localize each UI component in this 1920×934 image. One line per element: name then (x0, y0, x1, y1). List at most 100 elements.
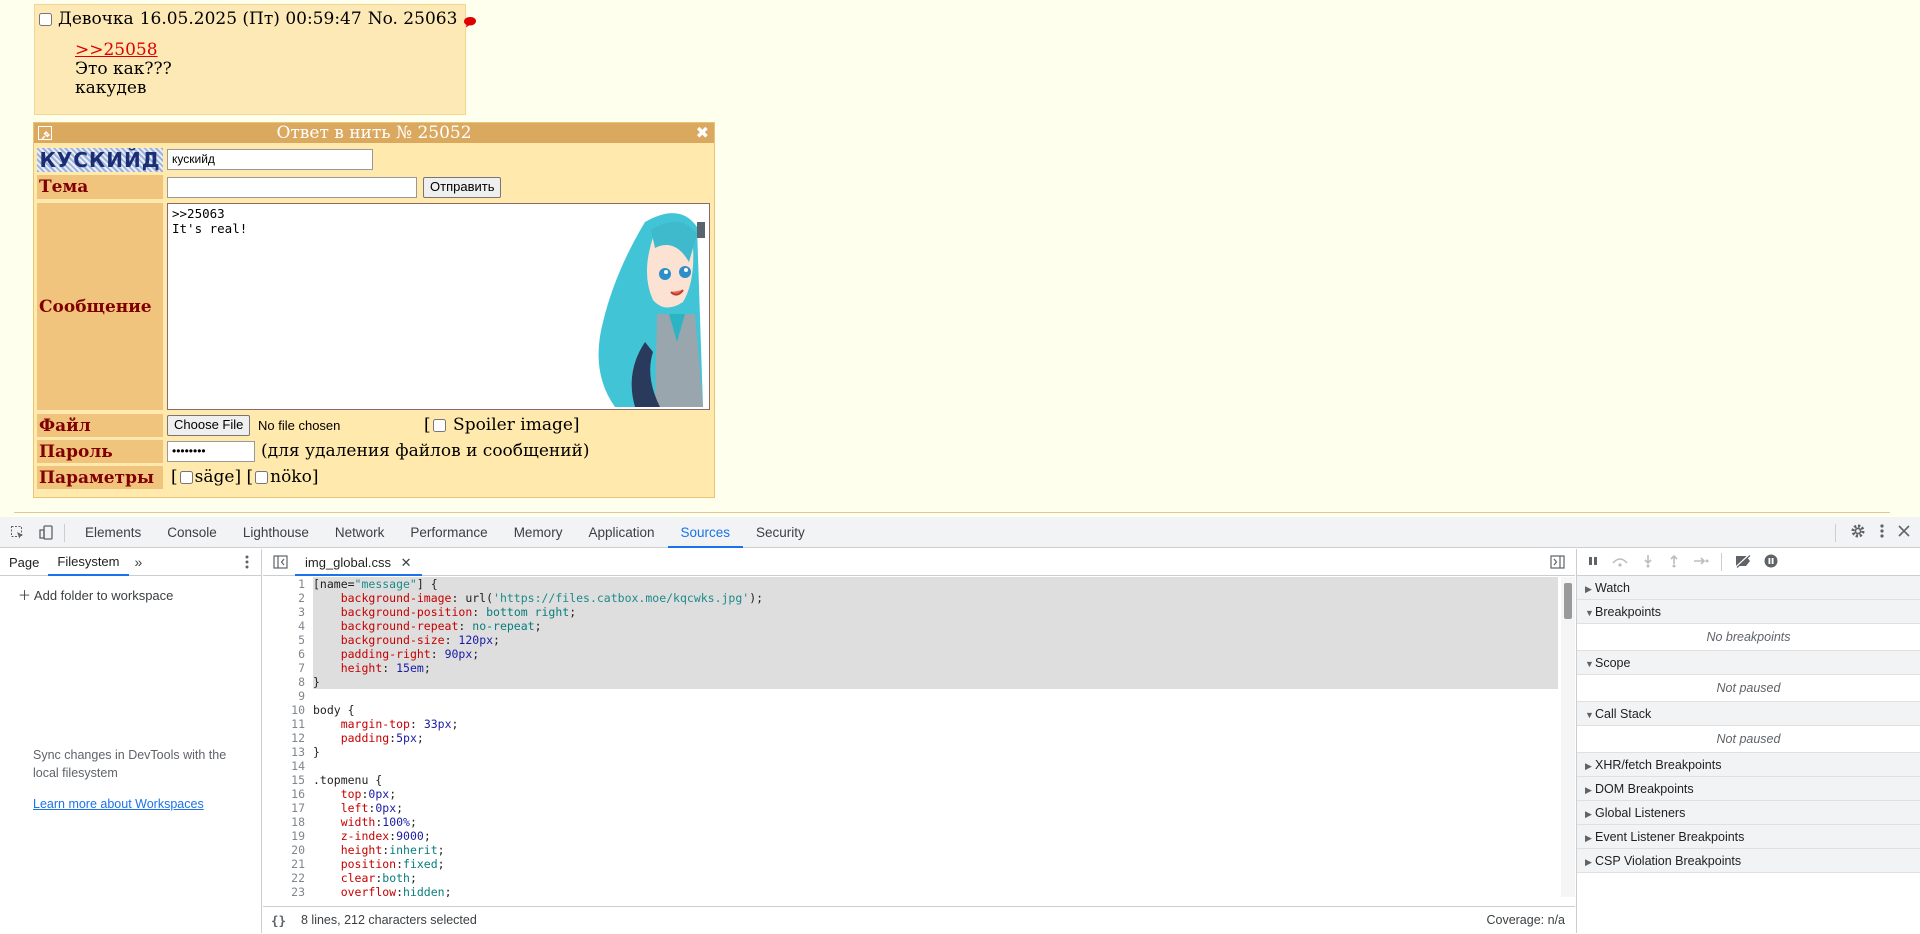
code-line-19[interactable]: 19 z-index:9000; (263, 829, 1558, 843)
line-number[interactable]: 18 (263, 815, 305, 829)
subject-input[interactable] (167, 177, 417, 198)
scrollbar-thumb[interactable] (1564, 583, 1572, 619)
line-number[interactable]: 7 (263, 661, 305, 675)
choose-file-button[interactable]: Choose File (167, 415, 251, 436)
captcha-input[interactable]: кускийд (167, 149, 373, 170)
code-line-6[interactable]: 6 padding-right: 90px; (263, 647, 1558, 661)
code-line-16[interactable]: 16 top:0px; (263, 787, 1558, 801)
noko-checkbox[interactable] (255, 471, 269, 484)
reply-bubble-icon[interactable] (463, 13, 477, 28)
line-number[interactable]: 14 (263, 759, 305, 773)
line-number[interactable]: 2 (263, 591, 305, 605)
line-number[interactable]: 4 (263, 619, 305, 633)
code-line-4[interactable]: 4 background-repeat: no-repeat; (263, 619, 1558, 633)
tab-application[interactable]: Application (575, 517, 667, 548)
section-csp-violation-breakpoints[interactable]: ▶ CSP Violation Breakpoints (1577, 849, 1920, 873)
section-dom-breakpoints[interactable]: ▶ DOM Breakpoints (1577, 777, 1920, 801)
code-line-22[interactable]: 22 clear:both; (263, 871, 1558, 885)
section-watch[interactable]: ▶ Watch (1577, 576, 1920, 600)
code-line-1[interactable]: 1 [name="message"] { (263, 577, 1558, 591)
settings-gear-icon[interactable] (1850, 523, 1866, 542)
post-number[interactable]: No. 25063 (368, 9, 458, 29)
line-number[interactable]: 20 (263, 843, 305, 857)
line-number[interactable]: 1 (263, 577, 305, 591)
pretty-print-icon[interactable]: {} (271, 907, 286, 934)
nav-tab-filesystem[interactable]: Filesystem (48, 549, 129, 576)
code-line-8[interactable]: 8} (263, 675, 1558, 689)
tab-memory[interactable]: Memory (501, 517, 576, 548)
code-content[interactable]: 1 [name="message"] {2 background-image: u… (263, 577, 1558, 897)
learn-workspaces-link[interactable]: Learn more about Workspaces (33, 797, 204, 811)
code-line-23[interactable]: 23 overflow:hidden; (263, 885, 1558, 897)
code-line-15[interactable]: 15 .topmenu { (263, 773, 1558, 787)
code-line-17[interactable]: 17 left:0px; (263, 801, 1558, 815)
toggle-navigator-icon[interactable] (273, 555, 288, 572)
navigator-menu-icon[interactable] (245, 555, 249, 572)
line-number[interactable]: 12 (263, 731, 305, 745)
line-number[interactable]: 5 (263, 633, 305, 647)
reply-form-titlebar[interactable]: Ответ в нить № 25052 ✖ (34, 123, 714, 143)
line-number[interactable]: 15 (263, 773, 305, 787)
code-line-14[interactable]: 14 (263, 759, 1558, 773)
tab-network[interactable]: Network (322, 517, 398, 548)
line-number[interactable]: 19 (263, 829, 305, 843)
code-line-2[interactable]: 2 background-image: url('https://files.c… (263, 591, 1558, 605)
more-options-icon[interactable] (1880, 524, 1884, 541)
line-number[interactable]: 21 (263, 857, 305, 871)
section-call-stack[interactable]: ▼Call Stack (1577, 702, 1920, 726)
line-number[interactable]: 17 (263, 801, 305, 815)
tab-sources[interactable]: Sources (667, 517, 744, 548)
close-devtools-icon[interactable] (1898, 525, 1910, 540)
code-line-12[interactable]: 12 padding:5px; (263, 731, 1558, 745)
submit-button[interactable]: Отправить (423, 177, 502, 198)
deactivate-breakpoints-icon[interactable] (1734, 553, 1752, 571)
editor-scrollbar[interactable] (1561, 577, 1575, 897)
code-line-20[interactable]: 20 height:inherit; (263, 843, 1558, 857)
step-out-icon[interactable] (1667, 554, 1681, 571)
add-folder-button[interactable]: ＋ Add folder to workspace (18, 585, 173, 604)
close-file-tab-icon[interactable]: ✕ (401, 555, 412, 570)
code-line-3[interactable]: 3 background-position: bottom right; (263, 605, 1558, 619)
toggle-debugger-icon[interactable] (1550, 555, 1565, 572)
code-line-10[interactable]: 10 body { (263, 703, 1558, 717)
password-input[interactable]: •••••••• (167, 441, 255, 462)
step-over-icon[interactable] (1611, 555, 1629, 570)
code-line-11[interactable]: 11 margin-top: 33px; (263, 717, 1558, 731)
section-scope[interactable]: ▼Scope (1577, 651, 1920, 675)
more-tabs-chevron-icon[interactable]: » (135, 554, 143, 570)
line-number[interactable]: 8 (263, 675, 305, 689)
code-line-9[interactable]: 9 (263, 689, 1558, 703)
tab-elements[interactable]: Elements (72, 517, 154, 548)
line-number[interactable]: 22 (263, 871, 305, 885)
line-number[interactable]: 3 (263, 605, 305, 619)
step-icon[interactable] (1693, 555, 1709, 570)
pause-on-exceptions-icon[interactable] (1764, 554, 1778, 571)
tab-performance[interactable]: Performance (397, 517, 500, 548)
section-event-listener-breakpoints[interactable]: ▶ Event Listener Breakpoints (1577, 825, 1920, 849)
step-into-icon[interactable] (1641, 554, 1655, 571)
message-textarea[interactable]: >>25063 It's real! (167, 203, 710, 410)
line-number[interactable]: 16 (263, 787, 305, 801)
line-number[interactable]: 13 (263, 745, 305, 759)
tab-security[interactable]: Security (743, 517, 818, 548)
sage-checkbox[interactable] (179, 471, 193, 484)
spoiler-checkbox[interactable] (432, 419, 446, 432)
pin-icon[interactable] (38, 126, 52, 140)
close-icon[interactable]: ✖ (696, 123, 709, 143)
code-line-7[interactable]: 7 height: 15em; (263, 661, 1558, 675)
line-number[interactable]: 6 (263, 647, 305, 661)
line-number[interactable]: 23 (263, 885, 305, 897)
section-xhr-fetch-breakpoints[interactable]: ▶ XHR/fetch Breakpoints (1577, 753, 1920, 777)
file-tab-img-global-css[interactable]: img_global.css ✕ (295, 549, 422, 576)
tab-lighthouse[interactable]: Lighthouse (230, 517, 322, 548)
section-breakpoints[interactable]: ▼Breakpoints (1577, 600, 1920, 624)
nav-tab-page[interactable]: Page (0, 549, 48, 576)
line-number[interactable]: 9 (263, 689, 305, 703)
code-line-18[interactable]: 18 width:100%; (263, 815, 1558, 829)
inspect-element-icon[interactable] (10, 525, 25, 540)
reply-link[interactable]: >>25058 (75, 40, 158, 60)
post-select-checkbox[interactable] (39, 12, 52, 26)
section-global-listeners[interactable]: ▶ Global Listeners (1577, 801, 1920, 825)
code-line-21[interactable]: 21 position:fixed; (263, 857, 1558, 871)
code-line-5[interactable]: 5 background-size: 120px; (263, 633, 1558, 647)
